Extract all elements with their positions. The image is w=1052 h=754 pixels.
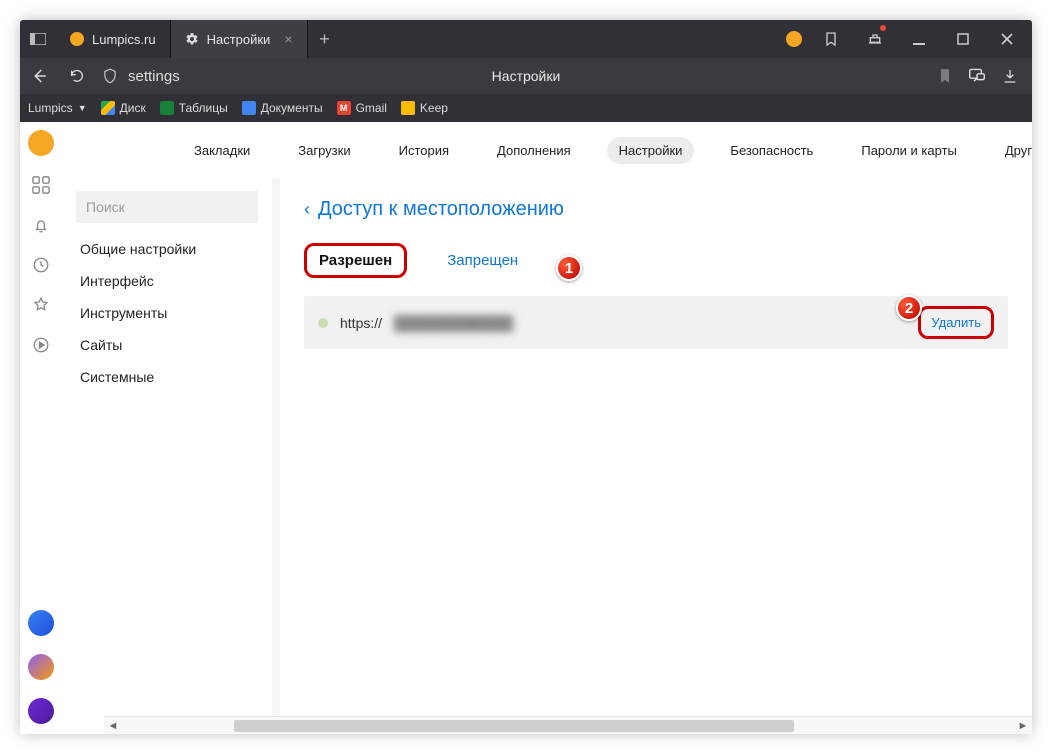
nav-history[interactable]: История (387, 137, 461, 164)
gear-icon (185, 32, 199, 46)
tab-label: Lumpics.ru (92, 32, 156, 47)
delete-button[interactable]: Удалить (918, 306, 994, 339)
settings-panel: ‹ Доступ к местоположению Разрешен Запре… (280, 178, 1032, 734)
permission-tabs: Разрешен Запрещен (304, 243, 1008, 278)
sidebar-item-interface[interactable]: Интерфейс (62, 265, 272, 297)
shield-icon[interactable] (96, 68, 124, 84)
bookmark-label: Документы (261, 101, 323, 115)
bookmark-site-menu[interactable]: Lumpics ▼ (28, 101, 87, 115)
nav-bookmarks[interactable]: Закладки (182, 137, 262, 164)
annotation-badge-2: 2 (896, 295, 922, 321)
bell-icon[interactable] (30, 214, 52, 236)
nav-passwords[interactable]: Пароли и карты (849, 137, 969, 164)
browser-window: Lumpics.ru Настройки × + (20, 20, 1032, 734)
site-host: ████████████ (394, 315, 513, 331)
url-text: settings (128, 68, 180, 85)
close-icon[interactable]: × (284, 31, 292, 47)
nav-settings[interactable]: Настройки (607, 137, 695, 164)
gmail-icon: M (337, 101, 351, 115)
orange-icon (70, 32, 84, 46)
notifications-icon[interactable] (860, 20, 890, 58)
sheets-icon (160, 101, 174, 115)
horizontal-scrollbar[interactable]: ◄ ► (104, 716, 1032, 734)
nav-security[interactable]: Безопасность (718, 137, 825, 164)
nav-addons[interactable]: Дополнения (485, 137, 583, 164)
url-field[interactable]: settings (124, 68, 924, 85)
nav-downloads[interactable]: Загрузки (286, 137, 362, 164)
sidebar-item-system[interactable]: Системные (62, 361, 272, 393)
breadcrumb-label: Доступ к местоположению (318, 198, 564, 221)
drive-icon (101, 101, 115, 115)
settings-body: Поиск Общие настройки Интерфейс Инструме… (62, 178, 1032, 734)
title-bar: Lumpics.ru Настройки × + (20, 20, 1032, 58)
bookmark-docs[interactable]: Документы (242, 101, 323, 115)
messenger-icon-1[interactable] (28, 610, 54, 636)
status-dot-icon (318, 318, 328, 328)
bookmark-sheets[interactable]: Таблицы (160, 101, 228, 115)
chevron-left-icon: ‹ (304, 199, 310, 220)
history-icon[interactable] (30, 254, 52, 276)
bookmark-drive[interactable]: Диск (101, 101, 146, 115)
main-area: Закладки Загрузки История Дополнения Нас… (20, 122, 1032, 734)
tab-allowed[interactable]: Разрешен (304, 243, 407, 278)
profile-icon[interactable] (786, 31, 802, 47)
tableau-icon[interactable] (30, 174, 52, 196)
new-tab-button[interactable]: + (308, 20, 342, 58)
chevron-down-icon: ▼ (78, 103, 87, 113)
bookmark-label: Lumpics (28, 101, 73, 115)
bookmark-icon[interactable] (938, 68, 952, 84)
keep-icon (401, 101, 415, 115)
settings-top-nav: Закладки Загрузки История Дополнения Нас… (62, 122, 1032, 178)
bookmark-label: Keep (420, 101, 448, 115)
bookmarks-bar: Lumpics ▼ Диск Таблицы Документы MGmail … (20, 94, 1032, 122)
annotation-badge-1: 1 (556, 255, 582, 281)
sidebar-item-sites[interactable]: Сайты (62, 329, 272, 361)
content: Закладки Загрузки История Дополнения Нас… (62, 122, 1032, 734)
left-rail (20, 122, 62, 734)
reload-button[interactable] (58, 68, 96, 84)
bookmark-tray-icon[interactable] (816, 20, 846, 58)
sidebar-item-tools[interactable]: Инструменты (62, 297, 272, 329)
breadcrumb-back[interactable]: ‹ Доступ к местоположению (304, 198, 1008, 221)
bookmark-label: Gmail (356, 101, 387, 115)
bookmark-label: Таблицы (179, 101, 228, 115)
docs-icon (242, 101, 256, 115)
search-input[interactable]: Поиск (76, 191, 258, 223)
feedback-icon[interactable] (968, 68, 986, 84)
settings-sidebar: Поиск Общие настройки Интерфейс Инструме… (62, 178, 272, 734)
bookmark-gmail[interactable]: M Gmail (337, 101, 387, 115)
messenger-icon-3[interactable] (28, 698, 54, 724)
scroll-thumb[interactable] (234, 720, 794, 732)
tab-denied[interactable]: Запрещен (435, 246, 530, 275)
tab-settings[interactable]: Настройки × (171, 20, 308, 58)
tab-label: Настройки (207, 32, 271, 47)
window-minimize-icon[interactable] (904, 20, 934, 58)
scroll-left-icon[interactable]: ◄ (104, 717, 122, 734)
nav-devices[interactable]: Другие устройства (993, 137, 1032, 164)
sidebar-item-general[interactable]: Общие настройки (62, 233, 272, 265)
downloads-icon[interactable] (1002, 68, 1018, 84)
window-maximize-icon[interactable] (948, 20, 978, 58)
window-close-icon[interactable] (992, 20, 1022, 58)
messenger-icon-2[interactable] (28, 654, 54, 680)
play-icon[interactable] (30, 334, 52, 356)
tab-lumpics[interactable]: Lumpics.ru (56, 20, 171, 58)
avatar[interactable] (28, 130, 54, 156)
title-right (776, 20, 1032, 58)
address-bar: settings Настройки (20, 58, 1032, 94)
scroll-right-icon[interactable]: ► (1014, 717, 1032, 734)
site-scheme: https:// (340, 315, 382, 331)
back-button[interactable] (20, 67, 58, 85)
star-icon[interactable] (30, 294, 52, 316)
bookmark-keep[interactable]: Keep (401, 101, 448, 115)
bookmark-label: Диск (120, 101, 146, 115)
sidebar-toggle-icon[interactable] (20, 20, 56, 58)
